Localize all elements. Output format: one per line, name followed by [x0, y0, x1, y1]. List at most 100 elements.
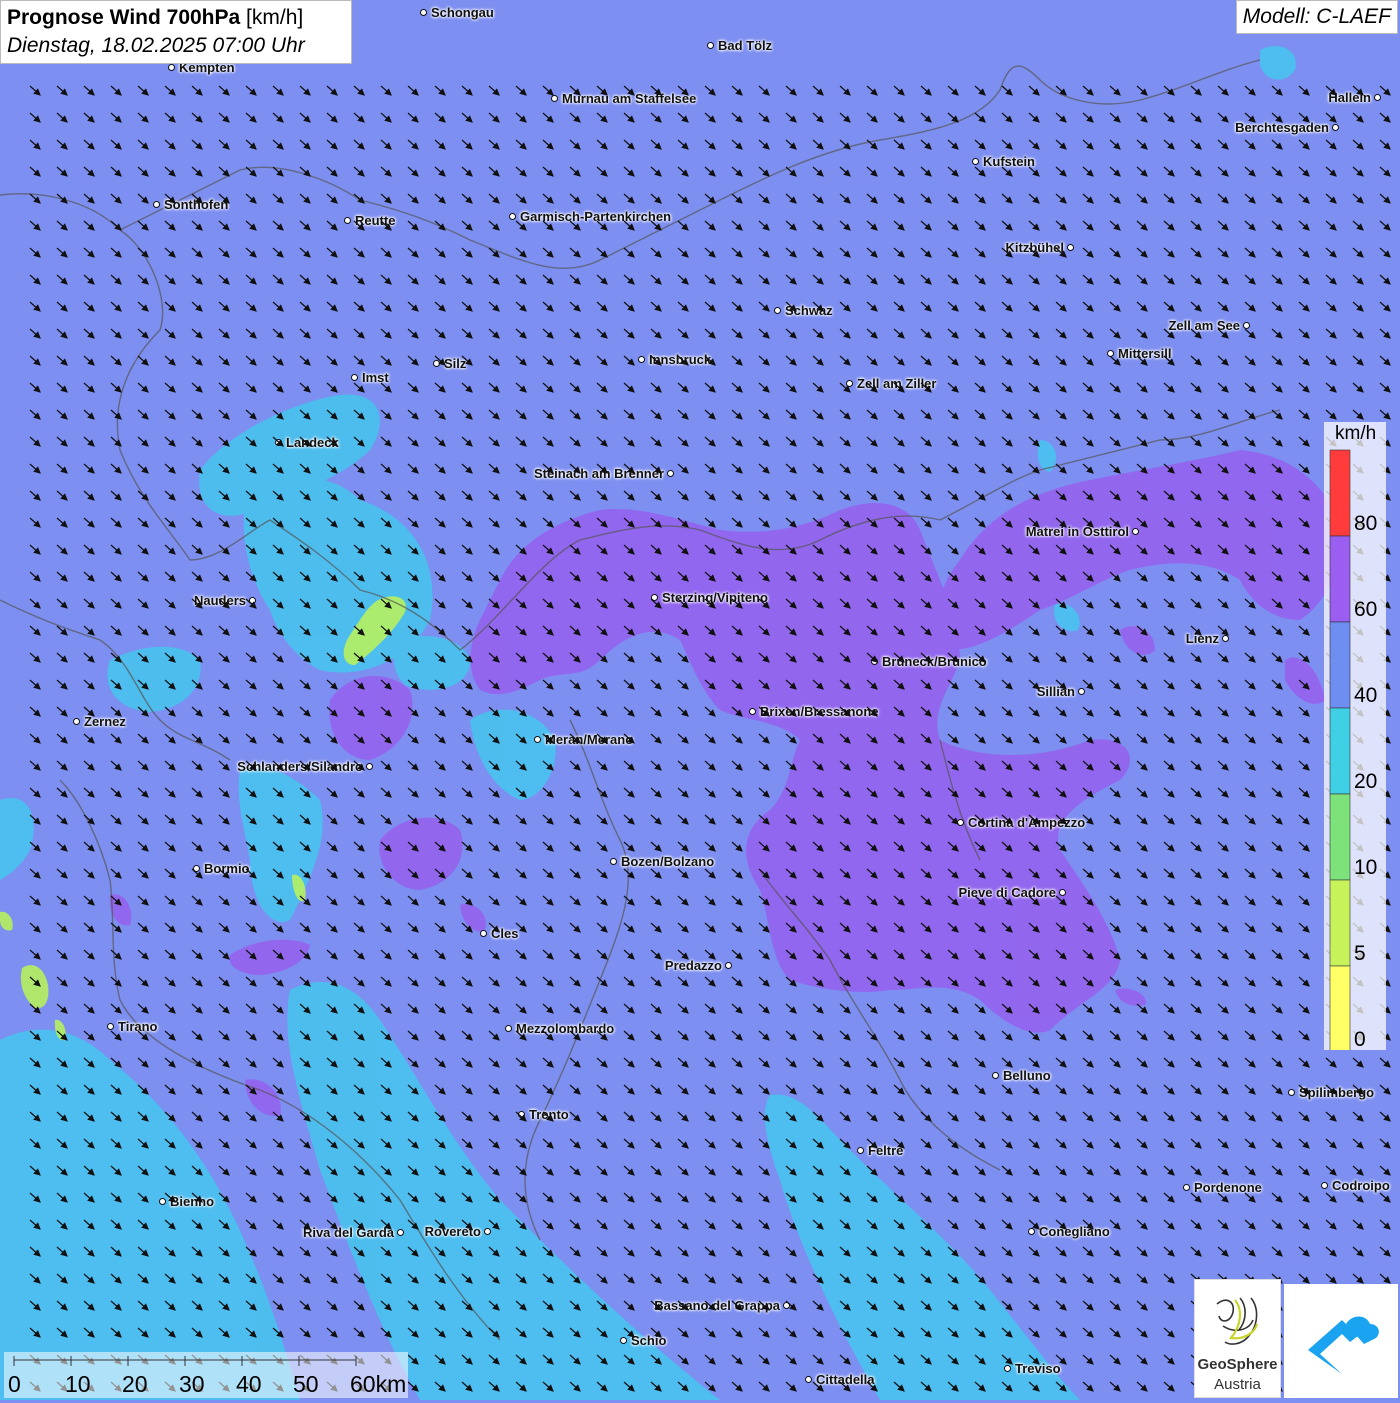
- city-label: Sterzing/Vipiteno: [662, 590, 768, 605]
- city-label: Zernez: [84, 714, 126, 729]
- city-dot: [610, 858, 617, 865]
- city-dot: [1183, 1184, 1190, 1191]
- city-dot: [857, 1147, 864, 1154]
- title-bold: Prognose Wind 700hPa: [7, 6, 241, 29]
- city-dot: [505, 1025, 512, 1032]
- city-dot: [1288, 1089, 1295, 1096]
- city-dot: [1222, 635, 1229, 642]
- city-dot: [707, 42, 714, 49]
- city-dot: [351, 374, 358, 381]
- city-label: Garmisch-Partenkirchen: [520, 209, 672, 224]
- city-dot: [159, 1198, 166, 1205]
- city-dot: [749, 708, 756, 715]
- legend-swatch: [1329, 621, 1351, 709]
- city-dot: [957, 819, 964, 826]
- city-label: Meran/Merano: [545, 732, 634, 747]
- city-label: Trento: [529, 1107, 569, 1122]
- scale-label: 30: [179, 1371, 205, 1397]
- legend-label: 0: [1354, 1028, 1366, 1050]
- city-dot: [509, 213, 516, 220]
- city-dot: [1004, 1365, 1011, 1372]
- city-dot: [397, 1229, 404, 1236]
- title-unit: [km/h]: [246, 6, 304, 29]
- scale-label: 60km: [350, 1371, 406, 1397]
- scale-label: 50: [293, 1371, 319, 1397]
- city-dot: [667, 470, 674, 477]
- city-dot: [1332, 124, 1339, 131]
- city-dot: [420, 9, 427, 16]
- geosphere-line2: Austria: [1214, 1376, 1261, 1393]
- legend-swatch: [1329, 449, 1351, 537]
- city-dot: [480, 930, 487, 937]
- geosphere-line1: GeoSphere: [1197, 1356, 1278, 1373]
- city-dot: [73, 718, 80, 725]
- legend-swatch: [1329, 707, 1351, 795]
- legend-label: 5: [1354, 942, 1366, 965]
- city-label: Cortina d'Ampezzo: [968, 815, 1086, 830]
- city-dot: [193, 865, 200, 872]
- city-label: Predazzo: [664, 958, 722, 973]
- city-label: Reutte: [355, 213, 396, 228]
- city-label: Matrei in Osttirol: [1025, 524, 1129, 539]
- scale-label: 20: [122, 1371, 148, 1397]
- city-dot: [1374, 94, 1381, 101]
- city-dot: [153, 201, 160, 208]
- city-label: Steinach am Brenner: [533, 466, 664, 481]
- city-dot: [651, 594, 658, 601]
- city-label: Landeck: [286, 435, 339, 450]
- legend-label: 60: [1354, 598, 1377, 621]
- city-label: Treviso: [1015, 1361, 1061, 1376]
- city-dot: [1132, 528, 1139, 535]
- city-label: Bienno: [170, 1194, 215, 1209]
- city-label: Mittersill: [1118, 346, 1172, 361]
- map-title: Prognose Wind 700hPa [km/h]: [7, 4, 345, 32]
- city-dot: [107, 1023, 114, 1030]
- city-dot: [774, 307, 781, 314]
- city-dot: [168, 64, 175, 71]
- city-label: Kitzbühel: [1005, 240, 1065, 255]
- city-dot: [783, 1302, 790, 1309]
- city-dot: [1243, 322, 1250, 329]
- city-label: Bruneck/Brunico: [882, 654, 987, 669]
- city-dot: [551, 95, 558, 102]
- city-label: Brixen/Bressanone: [760, 704, 879, 719]
- city-label: Kufstein: [983, 154, 1035, 169]
- city-label: Silz: [444, 356, 467, 371]
- city-dot: [433, 360, 440, 367]
- legend-label: 40: [1354, 684, 1377, 707]
- city-dot: [344, 217, 351, 224]
- city-dot: [972, 158, 979, 165]
- city-label: Murnau am Staffelsee: [562, 91, 697, 106]
- city-dot: [484, 1228, 491, 1235]
- city-label: Schlanders/Silandro: [237, 759, 363, 774]
- scale-bar: 0 10 20 30 40 50 60km: [4, 1352, 408, 1398]
- city-label: Tirano: [118, 1019, 158, 1034]
- city-label: Schio: [631, 1333, 667, 1348]
- scale-label: 10: [65, 1371, 91, 1397]
- cloud-arrow-icon: [1308, 1316, 1379, 1374]
- city-label: Bassano del Grappa: [654, 1298, 780, 1313]
- city-label: Riva del Garda: [302, 1225, 394, 1240]
- weather-app-logo: [1284, 1284, 1398, 1398]
- legend-label: 10: [1354, 856, 1377, 879]
- city-label: Belluno: [1003, 1068, 1051, 1083]
- city-dot: [805, 1376, 812, 1383]
- model-label: Modell: C-LAEF: [1235, 0, 1398, 34]
- city-label: Spilimbergo: [1299, 1085, 1375, 1100]
- legend-swatch: [1329, 965, 1351, 1050]
- city-label: Bozen/Bolzano: [621, 854, 715, 869]
- city-label: Bormio: [204, 861, 250, 876]
- city-dot: [275, 439, 282, 446]
- city-label: Nauders: [193, 593, 246, 608]
- geosphere-logo: GeoSphere Austria: [1194, 1279, 1281, 1398]
- city-label: Pieve di Cadore: [958, 885, 1056, 900]
- city-label: Schwaz: [785, 303, 833, 318]
- city-label: Hallein: [1328, 90, 1371, 105]
- legend-label: 20: [1354, 770, 1377, 793]
- city-label: Imst: [362, 370, 389, 385]
- legend-swatch: [1329, 793, 1351, 881]
- legend-swatch: [1329, 879, 1351, 967]
- city-label: Schongau: [431, 5, 494, 20]
- city-label: Innsbruck: [649, 352, 712, 367]
- legend-label: 80: [1354, 512, 1377, 535]
